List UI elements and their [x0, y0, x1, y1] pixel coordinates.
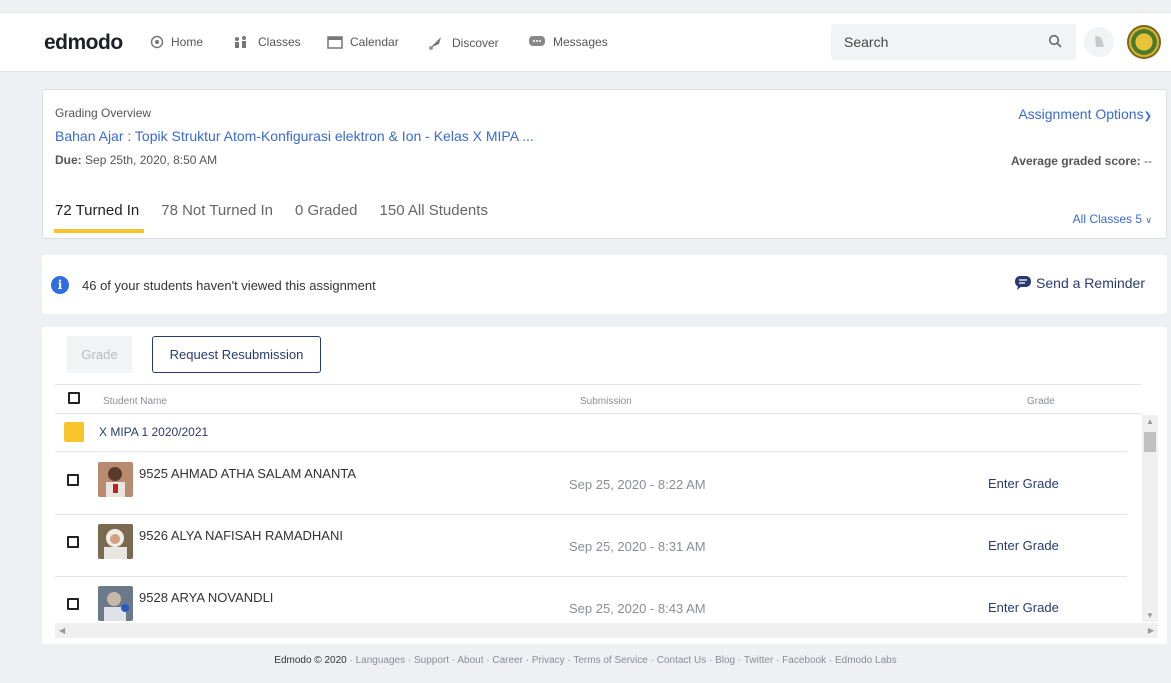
select-all-checkbox[interactable] — [68, 392, 80, 404]
class-group-row: X MIPA 1 2020/2021 — [55, 415, 1127, 452]
nav-home[interactable]: Home — [150, 35, 203, 49]
due-label: Due: — [55, 153, 82, 167]
classes-icon — [235, 36, 246, 48]
scroll-left-arrow-icon[interactable]: ◀ — [59, 626, 65, 635]
class-color-swatch — [64, 422, 84, 442]
info-banner: i 46 of your students haven't viewed thi… — [42, 255, 1167, 314]
table-header: Student Name Submission Grade — [55, 384, 1141, 414]
send-reminder-button[interactable]: Send a Reminder — [1014, 275, 1145, 291]
nav-discover[interactable]: Discover — [427, 35, 499, 51]
edmodo-logo[interactable]: edmodo — [44, 31, 123, 55]
all-classes-label: All Classes — [1072, 212, 1133, 226]
student-photo — [98, 462, 133, 497]
nav-messages-label: Messages — [553, 35, 608, 49]
nav-calendar[interactable]: Calendar — [327, 35, 399, 49]
student-list-panel: Grade Request Resubmission Student Name … — [42, 327, 1167, 644]
table-row[interactable]: 9528 ARYA NOVANDLI Sep 25, 2020 - 8:43 A… — [55, 577, 1127, 623]
footer-link-blog[interactable]: Blog — [715, 655, 735, 666]
nav-classes[interactable]: Classes — [233, 35, 301, 49]
nav-calendar-label: Calendar — [350, 35, 399, 49]
average-score-label: Average graded score: — [1011, 154, 1141, 168]
search-input[interactable]: Search — [831, 24, 1076, 60]
class-group-name: X MIPA 1 2020/2021 — [99, 425, 209, 439]
tab-turned-in[interactable]: 72 Turned In — [53, 202, 145, 233]
average-score: Average graded score: -- — [1011, 154, 1152, 168]
row-checkbox[interactable] — [67, 474, 79, 486]
chevron-down-icon: ∨ — [1145, 215, 1152, 225]
student-photo — [98, 586, 133, 621]
tab-graded[interactable]: 0 Graded — [295, 202, 358, 231]
grading-overview-card: Grading Overview Bahan Ajar : Topik Stru… — [42, 89, 1167, 239]
send-reminder-label: Send a Reminder — [1036, 275, 1145, 291]
header-student-name[interactable]: Student Name — [103, 396, 167, 407]
search-icon[interactable] — [1048, 34, 1062, 48]
footer-link-contact[interactable]: Contact Us — [657, 655, 706, 666]
table-row[interactable]: 9526 ALYA NAFISAH RAMADHANI Sep 25, 2020… — [55, 515, 1127, 577]
all-classes-dropdown[interactable]: All Classes 5 ∨ — [1073, 212, 1152, 226]
footer-copyright: Edmodo © 2020 — [274, 655, 347, 666]
unviewed-message: 46 of your students haven't viewed this … — [82, 278, 376, 293]
footer: Edmodo © 2020 · Languages · Support · Ab… — [274, 655, 897, 666]
all-classes-count: 5 — [1135, 212, 1143, 226]
student-name[interactable]: 9525 AHMAD ATHA SALAM ANANTA — [139, 466, 356, 481]
vertical-scrollbar[interactable]: ▲ ▼ — [1142, 415, 1158, 622]
footer-link-twitter[interactable]: Twitter — [744, 655, 773, 666]
assignment-options-label: Assignment Options — [1018, 106, 1144, 122]
tab-not-turned-in[interactable]: 78 Not Turned In — [161, 202, 273, 231]
chevron-down-icon: ❯ — [1143, 111, 1152, 122]
due-date: Due: Sep 25th, 2020, 8:50 AM — [55, 153, 217, 167]
student-name[interactable]: 9526 ALYA NAFISAH RAMADHANI — [139, 528, 343, 543]
discover-icon — [429, 37, 441, 50]
scrollbar-thumb[interactable] — [1144, 432, 1156, 452]
bell-icon — [1095, 36, 1104, 47]
due-value: Sep 25th, 2020, 8:50 AM — [85, 153, 218, 167]
search-placeholder: Search — [844, 34, 889, 50]
scroll-right-arrow-icon[interactable]: ▶ — [1148, 626, 1154, 635]
calendar-icon — [327, 36, 343, 49]
table-row[interactable]: 9525 AHMAD ATHA SALAM ANANTA Sep 25, 202… — [55, 453, 1127, 515]
grade-button[interactable]: Grade — [67, 336, 132, 373]
scroll-up-arrow-icon[interactable]: ▲ — [1146, 417, 1154, 426]
row-checkbox[interactable] — [67, 536, 79, 548]
request-resubmission-button[interactable]: Request Resubmission — [152, 336, 321, 373]
footer-link-about[interactable]: About — [457, 655, 483, 666]
notifications-button[interactable] — [1084, 27, 1114, 57]
messages-icon — [529, 36, 545, 46]
footer-link-languages[interactable]: Languages — [356, 655, 406, 666]
enter-grade-link[interactable]: Enter Grade — [988, 476, 1059, 491]
assignment-title-link[interactable]: Bahan Ajar : Topik Struktur Atom-Konfigu… — [55, 128, 534, 144]
header-submission[interactable]: Submission — [580, 396, 632, 407]
submission-date[interactable]: Sep 25, 2020 - 8:31 AM — [569, 539, 706, 554]
user-avatar[interactable] — [1127, 25, 1161, 59]
footer-link-terms[interactable]: Terms of Service — [573, 655, 647, 666]
footer-link-support[interactable]: Support — [414, 655, 449, 666]
footer-link-edmodo-labs[interactable]: Edmodo Labs — [835, 655, 897, 666]
footer-link-career[interactable]: Career — [492, 655, 523, 666]
assignment-options-button[interactable]: Assignment Options❯ — [1018, 106, 1152, 122]
grading-overview-label: Grading Overview — [55, 106, 152, 120]
home-icon — [150, 35, 164, 49]
tab-all-students[interactable]: 150 All Students — [380, 202, 488, 231]
footer-link-privacy[interactable]: Privacy — [532, 655, 565, 666]
top-navigation-bar: edmodo Home Classes Calendar Discover Me… — [0, 12, 1171, 72]
submission-tabs: 72 Turned In 78 Not Turned In 0 Graded 1… — [53, 202, 510, 233]
header-grade[interactable]: Grade — [1027, 396, 1055, 407]
info-icon: i — [51, 276, 69, 294]
submission-date[interactable]: Sep 25, 2020 - 8:22 AM — [569, 477, 706, 492]
nav-messages[interactable]: Messages — [528, 35, 608, 49]
scroll-down-arrow-icon[interactable]: ▼ — [1146, 611, 1154, 620]
message-icon — [1015, 276, 1032, 290]
row-checkbox[interactable] — [67, 598, 79, 610]
student-name[interactable]: 9528 ARYA NOVANDLI — [139, 590, 273, 605]
enter-grade-link[interactable]: Enter Grade — [988, 538, 1059, 553]
nav-classes-label: Classes — [258, 35, 301, 49]
nav-home-label: Home — [171, 35, 204, 49]
submission-date[interactable]: Sep 25, 2020 - 8:43 AM — [569, 601, 706, 616]
horizontal-scrollbar[interactable]: ◀ ▶ — [55, 623, 1158, 638]
student-photo — [98, 524, 133, 559]
average-score-value: -- — [1144, 154, 1152, 168]
nav-discover-label: Discover — [452, 36, 499, 50]
footer-link-facebook[interactable]: Facebook — [782, 655, 826, 666]
enter-grade-link[interactable]: Enter Grade — [988, 600, 1059, 615]
